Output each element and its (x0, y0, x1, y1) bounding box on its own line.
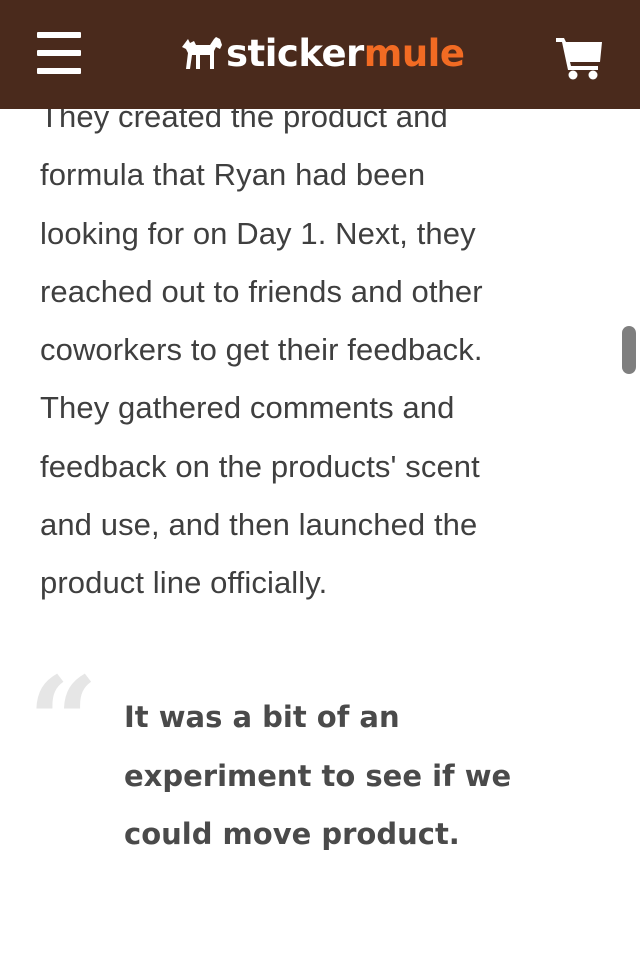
brand-name-part2: mule (363, 31, 465, 75)
quote-mark-icon: “ (28, 649, 99, 793)
paragraph-line: feedback on the products' scent (40, 448, 480, 484)
scrollbar-thumb[interactable] (622, 326, 636, 374)
page: They created the product and formula tha… (0, 0, 640, 959)
quote-text: It was a bit of an experiment to see if … (124, 688, 594, 864)
quote-line: experiment to see if we (124, 758, 512, 793)
site-header: stickermule (0, 0, 640, 109)
mule-logo-icon (180, 33, 224, 73)
paragraph-line: and use, and then launched the (40, 507, 478, 543)
paragraph-line: They gathered comments and (40, 390, 455, 426)
quote-line: It was a bit of an (124, 700, 400, 734)
paragraph-line: coworkers to get their feedback. (40, 332, 483, 368)
pull-quote: “ It was a bit of an experiment to see i… (28, 660, 608, 872)
quote-line: could move product. (124, 817, 460, 851)
paragraph-line: reached out to friends and other (40, 273, 483, 309)
paragraph-line: looking for on Day 1. Next, they (40, 215, 476, 251)
paragraph-line: product line officially. (40, 565, 328, 601)
brand-name: stickermule (226, 31, 465, 75)
site-logo[interactable]: stickermule (180, 28, 465, 78)
paragraph-line: formula that Ryan had been (40, 157, 426, 193)
menu-button[interactable] (37, 32, 81, 74)
shopping-cart-icon (556, 38, 604, 84)
article-body: They created the product and formula tha… (40, 88, 600, 613)
article-paragraph: They created the product and formula tha… (40, 88, 600, 613)
brand-name-part1: sticker (226, 31, 364, 75)
cart-button[interactable] (556, 36, 604, 80)
